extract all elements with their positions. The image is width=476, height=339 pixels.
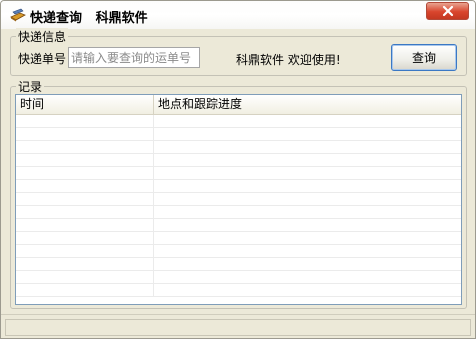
list-row[interactable] (16, 193, 461, 206)
cell-location-progress (154, 115, 461, 127)
list-header: 时间 地点和跟踪进度 (16, 95, 461, 115)
list-row[interactable] (16, 245, 461, 258)
cell-time (16, 180, 154, 192)
list-row[interactable] (16, 115, 461, 128)
tracking-number-input[interactable] (68, 47, 200, 68)
list-row[interactable] (16, 167, 461, 180)
records-group-label: 记录 (16, 78, 45, 95)
cell-location-progress (154, 180, 461, 192)
list-row[interactable] (16, 128, 461, 141)
cell-location-progress (154, 206, 461, 218)
cell-location-progress (154, 284, 461, 296)
close-icon (442, 5, 453, 17)
list-row[interactable] (16, 271, 461, 284)
app-window: 快递查询 科鼎软件 快递信息 快递单号 科鼎软件 欢迎使用! 查询 记录 时间 … (0, 0, 476, 339)
app-icon (10, 8, 26, 22)
query-button[interactable]: 查询 (391, 44, 457, 71)
list-row[interactable] (16, 180, 461, 193)
cell-location-progress (154, 128, 461, 140)
cell-time (16, 245, 154, 257)
title-bar[interactable]: 快递查询 科鼎软件 (1, 1, 475, 29)
cell-location-progress (154, 154, 461, 166)
records-list[interactable]: 时间 地点和跟踪进度 (15, 94, 462, 305)
list-row[interactable] (16, 219, 461, 232)
cell-time (16, 115, 154, 127)
cell-time (16, 271, 154, 283)
list-row[interactable] (16, 258, 461, 271)
cell-time (16, 206, 154, 218)
list-row[interactable] (16, 154, 461, 167)
list-row[interactable] (16, 141, 461, 154)
cell-time (16, 128, 154, 140)
cell-location-progress (154, 193, 461, 205)
cell-time (16, 258, 154, 270)
status-panel (5, 319, 471, 336)
cell-time (16, 141, 154, 153)
cell-time (16, 232, 154, 244)
column-header-time[interactable]: 时间 (16, 95, 154, 114)
cell-location-progress (154, 271, 461, 283)
cell-time (16, 167, 154, 179)
cell-location-progress (154, 167, 461, 179)
list-row[interactable] (16, 232, 461, 245)
records-rows (16, 115, 461, 304)
list-row[interactable] (16, 284, 461, 297)
info-group-label: 快递信息 (16, 28, 69, 45)
cell-time (16, 219, 154, 231)
welcome-text: 科鼎软件 欢迎使用! (236, 53, 341, 67)
tracking-number-label: 快递单号 (18, 52, 67, 66)
cell-time (16, 193, 154, 205)
status-bar (1, 314, 475, 338)
cell-location-progress (154, 219, 461, 231)
window-title: 快递查询 科鼎软件 (30, 11, 148, 26)
cell-location-progress (154, 245, 461, 257)
cell-location-progress (154, 141, 461, 153)
close-button[interactable] (426, 2, 469, 20)
cell-time (16, 284, 154, 296)
cell-location-progress (154, 232, 461, 244)
cell-time (16, 154, 154, 166)
column-header-location-progress[interactable]: 地点和跟踪进度 (154, 95, 461, 114)
list-row[interactable] (16, 206, 461, 219)
cell-location-progress (154, 258, 461, 270)
